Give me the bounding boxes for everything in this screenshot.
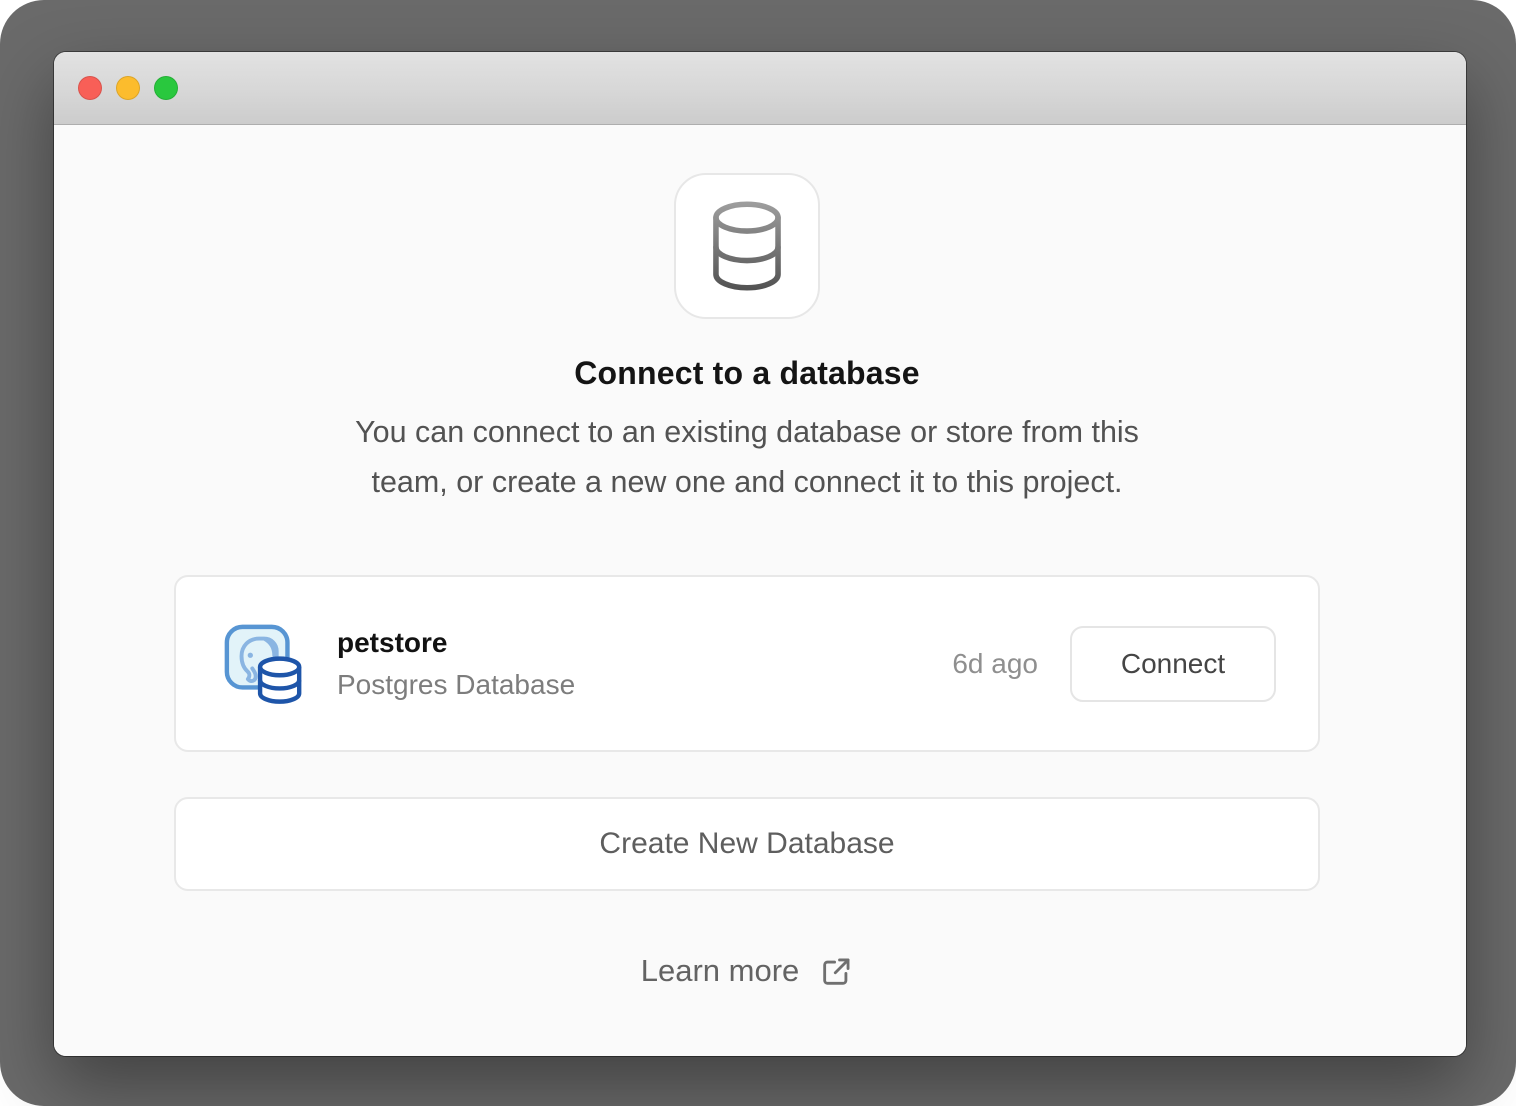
description-line-1: You can connect to an existing database … [355,415,1139,449]
description-line-2: team, or create a new one and connect it… [371,465,1122,499]
learn-more-label: Learn more [641,953,800,989]
close-button[interactable] [78,76,102,100]
database-last-activity: 6d ago [952,648,1038,680]
postgres-icon [221,621,307,707]
dialog-description: You can connect to an existing database … [355,407,1139,507]
dialog-content: Connect to a database You can connect to… [54,126,1466,1056]
database-icon-container [674,173,820,319]
minimize-button[interactable] [116,76,140,100]
learn-more-link[interactable]: Learn more [641,953,854,989]
external-link-icon [819,955,853,989]
zoom-button[interactable] [154,76,178,100]
database-icon [701,196,793,296]
dialog-title: Connect to a database [574,351,920,395]
window-titlebar[interactable] [54,52,1466,125]
traffic-lights [78,76,178,100]
database-name: petstore [337,624,952,662]
database-list-item: petstore Postgres Database 6d ago Connec… [174,575,1320,752]
connect-button[interactable]: Connect [1070,626,1276,702]
app-window: Connect to a database You can connect to… [54,52,1466,1056]
database-meta: petstore Postgres Database [337,624,952,704]
create-new-database-button[interactable]: Create New Database [174,797,1320,891]
desktop-background: Connect to a database You can connect to… [0,0,1516,1106]
database-type: Postgres Database [337,666,952,704]
